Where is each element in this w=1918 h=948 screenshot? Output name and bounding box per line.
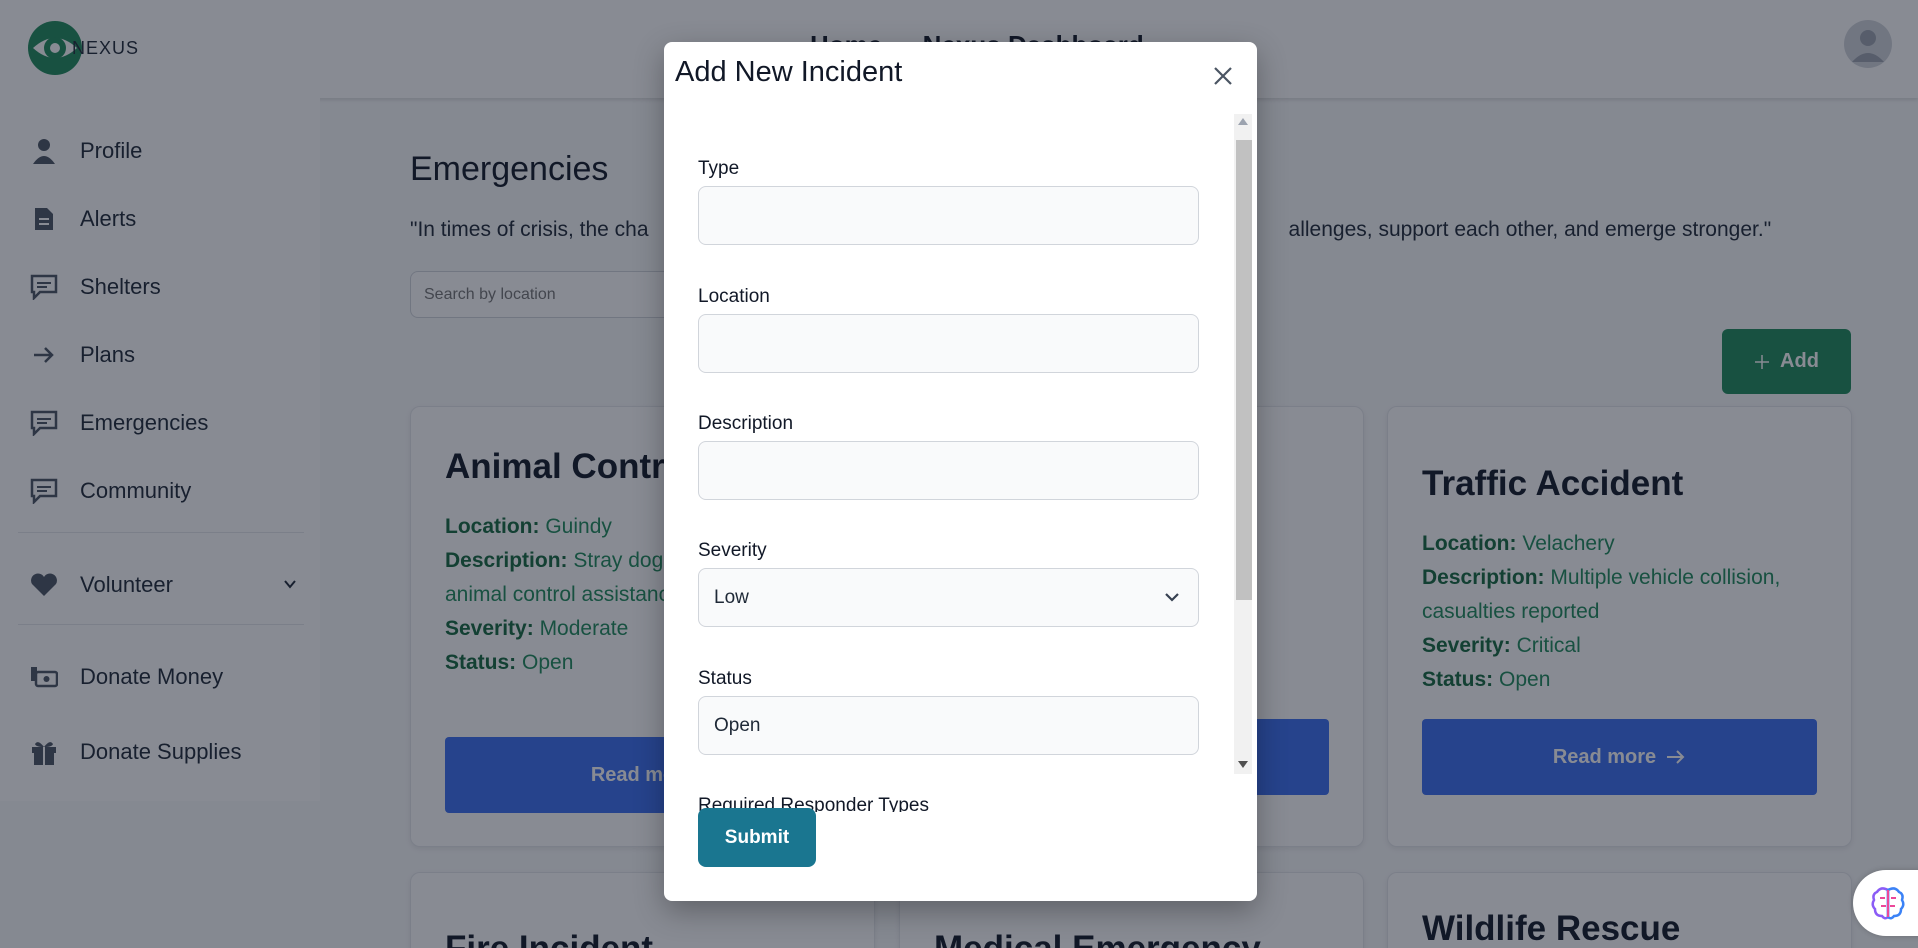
scrollbar-thumb[interactable] — [1236, 140, 1252, 600]
location-label: Location — [698, 286, 770, 307]
type-field[interactable] — [698, 186, 1199, 245]
close-icon[interactable] — [1209, 62, 1237, 90]
status-label: Status — [698, 668, 752, 689]
ai-assistant-button[interactable] — [1853, 870, 1918, 936]
chevron-down-icon — [1165, 593, 1179, 602]
scroll-down-arrow-icon[interactable] — [1238, 761, 1248, 768]
brain-icon — [1871, 887, 1905, 920]
modal-scrollbar[interactable] — [1234, 114, 1252, 774]
submit-button[interactable]: Submit — [698, 808, 816, 867]
add-incident-modal: Add New Incident Type Location Descripti… — [664, 42, 1257, 901]
severity-select[interactable]: Low — [698, 568, 1199, 627]
description-label: Description — [698, 413, 794, 434]
modal-title: Add New Incident — [675, 56, 903, 88]
severity-label: Severity — [698, 540, 767, 561]
severity-selected-value: Low — [714, 586, 749, 608]
scroll-up-arrow-icon[interactable] — [1238, 118, 1248, 125]
modal-form-scroll[interactable]: Type Location Description Severity Low S… — [664, 112, 1257, 812]
status-field[interactable]: Open — [698, 696, 1199, 755]
location-field[interactable] — [698, 314, 1199, 373]
type-label: Type — [698, 158, 740, 179]
description-field[interactable] — [698, 441, 1199, 500]
